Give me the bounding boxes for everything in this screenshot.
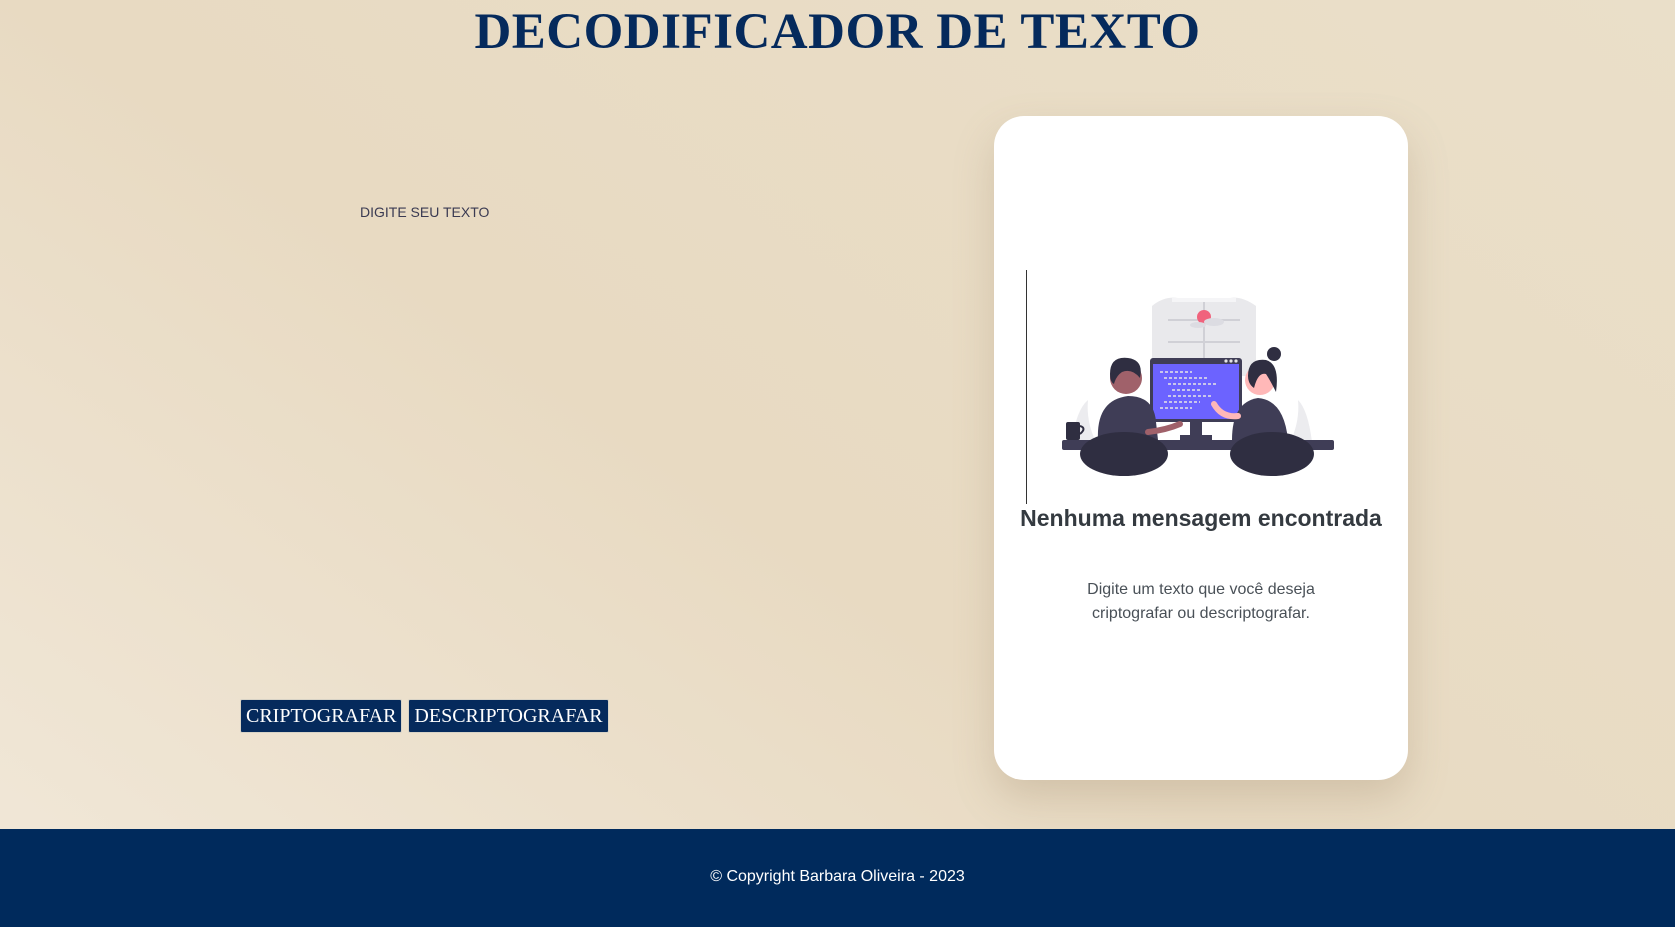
empty-message-text: Digite um texto que você deseja criptogr… xyxy=(1087,581,1315,622)
text-input[interactable] xyxy=(360,196,920,664)
output-card: Nenhuma mensagem encontrada Digite um te… xyxy=(994,116,1408,780)
encrypt-button[interactable]: CRIPTOGRAFAR xyxy=(240,699,403,733)
decrypt-button[interactable]: DESCRIPTOGRAFAR xyxy=(408,699,609,733)
output-textarea-edge xyxy=(1026,270,1027,504)
copyright-text: © Copyright Barbara Oliveira - 2023 xyxy=(710,868,965,885)
coding-illustration xyxy=(1062,297,1334,476)
empty-message-heading: Nenhuma mensagem encontrada xyxy=(1020,505,1382,531)
page-title: DECODIFICADOR DE TEXTO xyxy=(474,4,1201,60)
footer: © Copyright Barbara Oliveira - 2023 xyxy=(0,829,1675,927)
action-buttons: CRIPTOGRAFAR DESCRIPTOGRAFAR xyxy=(240,699,609,733)
